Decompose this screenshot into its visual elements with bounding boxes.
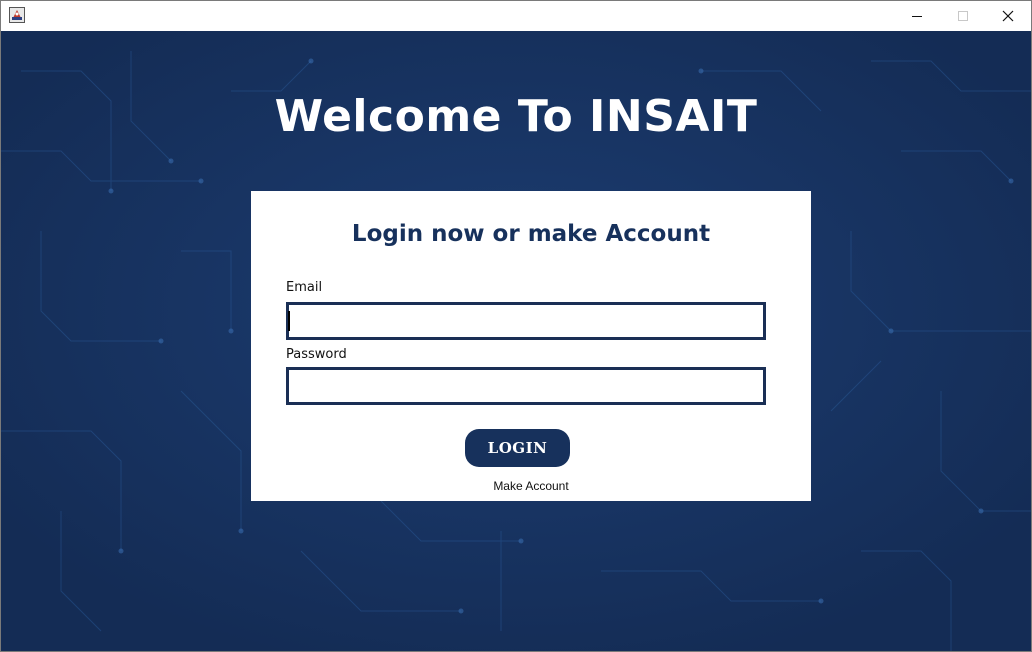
main-panel: Welcome To INSAIT Login now or make Acco… [1, 31, 1031, 651]
app-window: Welcome To INSAIT Login now or make Acco… [0, 0, 1032, 652]
text-caret [288, 311, 290, 331]
password-label: Password [286, 347, 347, 362]
email-field[interactable] [286, 302, 766, 340]
login-button[interactable]: LOGIN [465, 429, 570, 467]
close-button[interactable] [985, 1, 1031, 31]
make-account-link[interactable]: Make Account [251, 479, 791, 493]
close-icon [1002, 10, 1014, 22]
minimize-icon [912, 16, 922, 17]
maximize-icon [958, 11, 968, 21]
maximize-button[interactable] [940, 1, 986, 31]
title-bar[interactable] [1, 1, 1031, 31]
welcome-heading: Welcome To INSAIT [274, 91, 758, 142]
login-card-title: Login now or make Account [351, 221, 711, 247]
java-app-icon [9, 7, 25, 23]
login-card: Login now or make Account Email Password… [251, 191, 811, 501]
email-label: Email [286, 280, 323, 295]
minimize-button[interactable] [894, 1, 940, 31]
password-field[interactable] [286, 367, 766, 405]
